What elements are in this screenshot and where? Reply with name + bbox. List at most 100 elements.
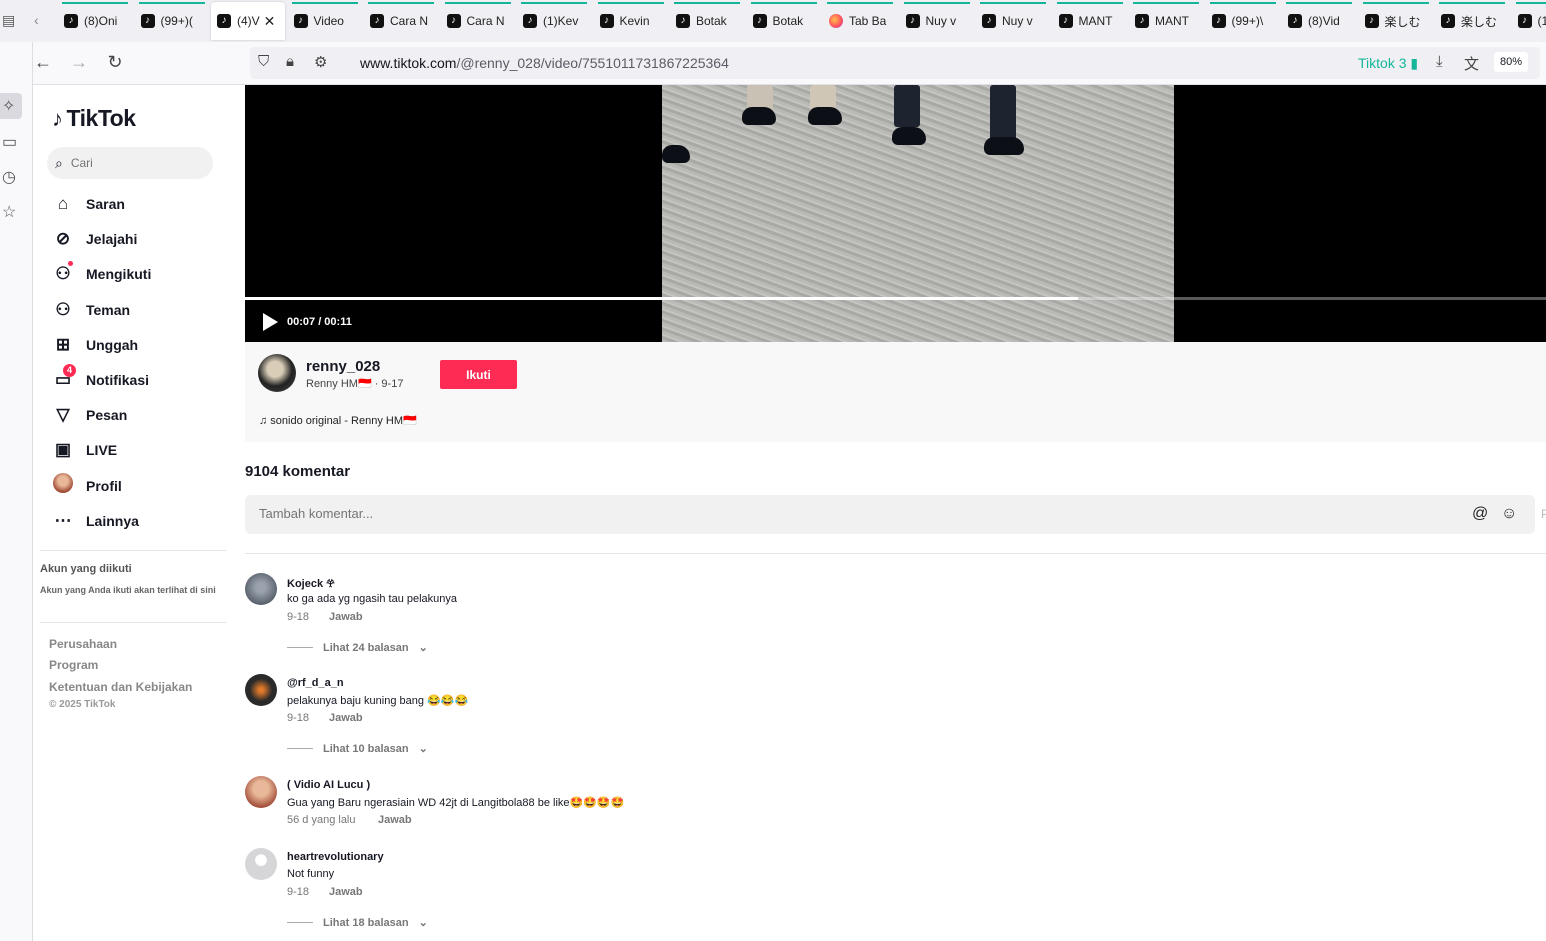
nav-item-label: Unggah (86, 336, 139, 353)
browser-tab[interactable]: ♪ Cara N (441, 2, 515, 40)
tiktok-extension-label[interactable]: Tiktok 3 ▮ (1358, 55, 1418, 72)
browser-tab[interactable]: ♪ Botak (670, 2, 744, 40)
nav-item-jelajahi[interactable]: ⊘ Jelajahi (52, 224, 232, 254)
play-icon[interactable] (263, 313, 278, 331)
browser-tab[interactable]: ♪ (99+)( (135, 2, 209, 40)
browser-tab[interactable]: Tab Ba (823, 2, 897, 40)
nav-item-saran[interactable]: ⌂ Saran (52, 189, 232, 219)
browser-tab[interactable]: ♪ Video (288, 2, 362, 40)
comment-username[interactable]: ( Vidio AI Lucu ) (287, 779, 370, 791)
back-arrow-icon[interactable]: ← (31, 52, 55, 73)
zoom-level[interactable]: 80% (1494, 52, 1529, 72)
tiktok-icon: ♪ (676, 14, 690, 28)
browser-tab[interactable]: ♪ Kevin (594, 2, 668, 40)
browser-tab[interactable]: ♪ MANT (1053, 2, 1127, 40)
browser-tab[interactable]: ♪ (4)V ✕ (211, 2, 285, 40)
ai-sparkle-icon[interactable]: ✧ (2, 96, 15, 116)
view-replies-button[interactable]: Lihat 10 balasan ⌄ (287, 742, 428, 755)
notification-badge: 4 (63, 364, 77, 377)
nav-item-notifikasi[interactable]: ▭ 4 Notifikasi (52, 364, 232, 395)
video-info-card: renny_028 Renny HM🇮🇩 · 9-17 Ikuti ♫ soni… (245, 342, 1546, 442)
comment-date: 9-18 (287, 611, 310, 623)
address-bar[interactable]: ⛉ 🔒︎ ⚙ www.tiktok.com/@renny_028/video/7… (250, 47, 1540, 79)
browser-tab[interactable]: ♪ Botak (747, 2, 821, 40)
footer-link-program[interactable]: Program (49, 658, 98, 672)
comment-username[interactable]: heartrevolutionary (287, 851, 384, 863)
browser-tab-label: Tab Ba (849, 14, 887, 28)
tab-list-icon[interactable]: ▤ (2, 12, 15, 29)
tab-indicator (291, 2, 358, 4)
browser-tab[interactable]: ♪ (8)Oni (58, 2, 132, 40)
tiktok-icon: ♪ (1441, 14, 1455, 28)
close-tab-icon[interactable]: ✕ (264, 13, 276, 30)
comment-item: heartrevolutionary Not funny 9-18 Jawab Liha… (245, 848, 1145, 938)
mention-icon[interactable]: @ (1472, 505, 1488, 523)
video-progress-bar[interactable] (245, 297, 1546, 300)
browser-tab[interactable]: ♪ Cara N (364, 2, 438, 40)
forward-arrow-icon[interactable]: → (67, 52, 91, 73)
nav-item-live[interactable]: ▣ LIVE (52, 435, 232, 465)
search-box[interactable]: ⌕ (47, 147, 213, 179)
comment-avatar[interactable] (245, 848, 277, 880)
view-replies-button[interactable]: Lihat 18 balasan ⌄ (287, 916, 428, 929)
footer-link-company[interactable]: Perusahaan (49, 637, 117, 651)
lock-icon[interactable]: 🔒︎ (286, 53, 294, 70)
tab-indicator (674, 2, 740, 4)
emoji-icon[interactable]: ☺ (1501, 505, 1517, 523)
video-player[interactable]: 00:07 / 00:11 (245, 85, 1546, 342)
comment-box[interactable]: @ ☺ (245, 495, 1535, 534)
tiktok-left-nav: ♪TikTok ⌕ ⌂ Saran ⊘ Jelajahi ⚇ Mengikuti ⚇ Tema… (34, 85, 245, 941)
search-input[interactable] (70, 156, 191, 170)
reply-button[interactable]: Jawab (329, 712, 363, 724)
follow-button[interactable]: Ikuti (440, 360, 517, 389)
comment-item: @rf_d_a_n pelakunya baju kuning bang 😂😂😂 9… (245, 674, 1145, 764)
bookmarks-star-icon[interactable]: ☆ (2, 202, 16, 222)
reply-button[interactable]: Jawab (329, 611, 363, 623)
download-icon[interactable]: ⤓ (1436, 53, 1443, 70)
comment-avatar[interactable] (245, 674, 277, 706)
music-link[interactable]: ♫ sonido original - Renny HM🇮🇩 (259, 414, 417, 427)
browser-tab[interactable]: ♪ (99+)\ (1206, 2, 1280, 40)
post-button[interactable]: P (1541, 507, 1546, 521)
tab-indicator (1056, 2, 1123, 4)
author-avatar[interactable] (258, 354, 296, 392)
tiktok-icon: ♪ (982, 14, 996, 28)
nav-item-pesan[interactable]: ▽ Pesan (52, 400, 232, 430)
browser-tab[interactable]: ♪ Nuy v (900, 2, 974, 40)
url-text[interactable]: www.tiktok.com/@renny_028/video/75510117… (360, 55, 729, 71)
nav-item-profil[interactable]: Profil (52, 471, 232, 501)
browser-tab[interactable]: ♪ MANT (1129, 2, 1203, 40)
tab-indicator (597, 2, 664, 4)
tab-indicator (1515, 2, 1546, 4)
browser-tab[interactable]: ♪ 楽しむ (1435, 2, 1509, 40)
browser-tab[interactable]: ♪ (1)Kev (517, 2, 591, 40)
permissions-icon[interactable]: ⚙ (314, 53, 327, 71)
upload-icon: ⊞ (55, 334, 71, 354)
video-figure-leg (990, 85, 1016, 140)
comment-avatar[interactable] (245, 573, 277, 605)
nav-item-mengikuti[interactable]: ⚇ Mengikuti (52, 259, 232, 289)
comment-input[interactable] (259, 506, 1159, 521)
nav-item-lainnya[interactable]: ⋯ Lainnya (52, 506, 232, 536)
nav-item-unggah[interactable]: ⊞ Unggah (52, 330, 232, 360)
comment-username[interactable]: Kojeck 𖣂 (287, 576, 335, 591)
translate-icon[interactable]: 文 (1464, 53, 1479, 74)
browser-tab[interactable]: ♪ (8)Vid (1282, 2, 1356, 40)
synced-tabs-icon[interactable]: ▭ (2, 132, 17, 152)
browser-tab[interactable]: ♪ Nuy v (976, 2, 1050, 40)
tiktok-logo[interactable]: ♪ TikTok (52, 105, 136, 132)
comment-avatar[interactable] (245, 776, 277, 808)
reply-button[interactable]: Jawab (378, 814, 412, 826)
comment-username[interactable]: @rf_d_a_n (287, 677, 344, 689)
footer-link-terms[interactable]: Ketentuan dan Kebijakan (49, 680, 192, 694)
tab-scroll-left-icon[interactable]: ‹ (34, 12, 39, 28)
reload-icon[interactable]: ↻ (103, 52, 127, 73)
reply-button[interactable]: Jawab (329, 886, 363, 898)
shield-icon[interactable]: ⛉ (258, 53, 269, 70)
nav-item-teman[interactable]: ⚇ Teman (52, 295, 232, 325)
history-icon[interactable]: ◷ (2, 167, 16, 187)
author-username[interactable]: renny_028 (306, 358, 380, 375)
browser-tab[interactable]: ♪ 楽しむ (1359, 2, 1433, 40)
browser-tab[interactable]: ♪ (1) (1512, 2, 1546, 40)
view-replies-button[interactable]: Lihat 24 balasan ⌄ (287, 641, 428, 654)
